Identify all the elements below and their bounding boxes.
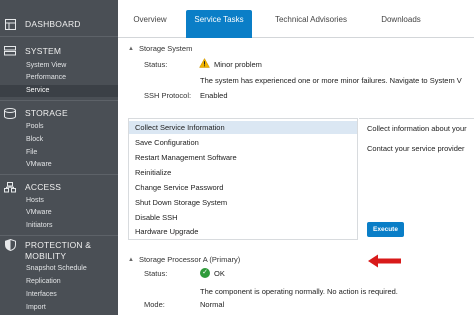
task-hardware-upgrade[interactable]: Hardware Upgrade (129, 225, 357, 238)
warning-icon (199, 58, 210, 68)
sidebar-item-performance[interactable]: Performance (0, 72, 118, 84)
section-title: Storage Processor A (Primary) (138, 255, 241, 264)
sidebar-section-title: STORAGE (25, 108, 68, 118)
sidebar-item-file[interactable]: File (0, 147, 118, 159)
task-save-configuration[interactable]: Save Configuration (129, 136, 357, 149)
sidebar-section-dashboard[interactable]: DASHBOARD (0, 14, 118, 34)
storage-icon (4, 107, 16, 119)
sidebar-section-title: ACCESS (25, 182, 62, 192)
status-message: The system has experienced one or more m… (200, 76, 462, 85)
tab-technical-advisories[interactable]: Technical Advisories (270, 12, 352, 38)
sidebar-item-block[interactable]: Block (0, 134, 118, 146)
service-task-list: Collect Service Information Save Configu… (128, 118, 358, 240)
annotation-arrow-icon (368, 254, 401, 268)
sidebar-item-interfaces[interactable]: Interfaces (0, 289, 118, 301)
task-description-line-2: Contact your service provider (367, 144, 465, 153)
tab-overview[interactable]: Overview (126, 12, 174, 38)
storage-processor-section-header[interactable]: ▲ Storage Processor A (Primary) (128, 255, 240, 264)
execute-button[interactable]: Execute (367, 222, 404, 237)
sidebar-section-title-2: MOBILITY (25, 251, 67, 261)
sidebar-divider (0, 100, 118, 101)
task-description-line-1: Collect information about your (367, 124, 467, 133)
task-change-service-password[interactable]: Change Service Password (129, 181, 357, 194)
tab-service-tasks[interactable]: Service Tasks (186, 10, 252, 38)
tab-bar: Overview Service Tasks Technical Advisor… (118, 0, 474, 38)
task-restart-management-software[interactable]: Restart Management Software (129, 151, 357, 164)
collapse-triangle-icon[interactable]: ▲ (128, 46, 134, 52)
sidebar-section-system[interactable]: SYSTEM (0, 41, 118, 61)
status-label: Status: (144, 60, 168, 69)
dashboard-icon (4, 18, 16, 30)
ok-check-icon: ✓ (200, 268, 210, 278)
ssh-protocol-value: Enabled (200, 91, 228, 100)
status-value: Minor problem (214, 60, 262, 69)
sidebar-item-pools[interactable]: Pools (0, 121, 118, 133)
sp-status-message: The component is operating normally. No … (200, 287, 398, 296)
sp-status-label: Status: (144, 269, 168, 278)
sidebar-item-hosts[interactable]: Hosts (0, 195, 118, 207)
sidebar-item-vmware-access[interactable]: VMware (0, 207, 118, 219)
sidebar-item-service[interactable]: Service (0, 85, 118, 97)
sidebar: DASHBOARD SYSTEM System View Performance… (0, 0, 118, 315)
sidebar-section-title: PROTECTION & (25, 240, 92, 250)
sidebar-item-snapshot-schedule[interactable]: Snapshot Schedule (0, 263, 118, 275)
sidebar-section-storage[interactable]: STORAGE (0, 103, 118, 123)
sidebar-item-system-view[interactable]: System View (0, 60, 118, 72)
sidebar-item-replication[interactable]: Replication (0, 276, 118, 288)
system-icon (4, 45, 16, 57)
access-icon (4, 181, 16, 193)
tab-downloads[interactable]: Downloads (376, 12, 426, 38)
sidebar-section-access[interactable]: ACCESS (0, 177, 118, 197)
sidebar-divider (0, 36, 118, 37)
task-disable-ssh[interactable]: Disable SSH (129, 211, 357, 224)
storage-system-section-header[interactable]: ▲ Storage System (128, 44, 192, 53)
task-collect-service-information[interactable]: Collect Service Information (129, 121, 357, 134)
sp-status-value: OK (214, 269, 225, 278)
sidebar-section-title: SYSTEM (25, 46, 62, 56)
sidebar-item-initiators[interactable]: Initiators (0, 220, 118, 232)
ssh-protocol-label: SSH Protocol: (144, 91, 192, 100)
collapse-triangle-icon[interactable]: ▲ (128, 257, 134, 263)
sidebar-item-import[interactable]: Import (0, 302, 118, 314)
sidebar-section-title: DASHBOARD (25, 19, 81, 29)
sidebar-item-vmware[interactable]: VMware (0, 159, 118, 171)
sidebar-section-protection-line2: MOBILITY (0, 250, 118, 262)
sp-mode-label: Mode: (144, 300, 165, 309)
main-panel: Overview Service Tasks Technical Advisor… (118, 0, 474, 315)
sp-mode-value: Normal (200, 300, 225, 309)
sidebar-divider (0, 235, 118, 236)
task-shut-down-storage-system[interactable]: Shut Down Storage System (129, 196, 357, 209)
task-reinitialize[interactable]: Reinitialize (129, 166, 357, 179)
sidebar-divider (0, 174, 118, 175)
section-title: Storage System (138, 44, 193, 53)
